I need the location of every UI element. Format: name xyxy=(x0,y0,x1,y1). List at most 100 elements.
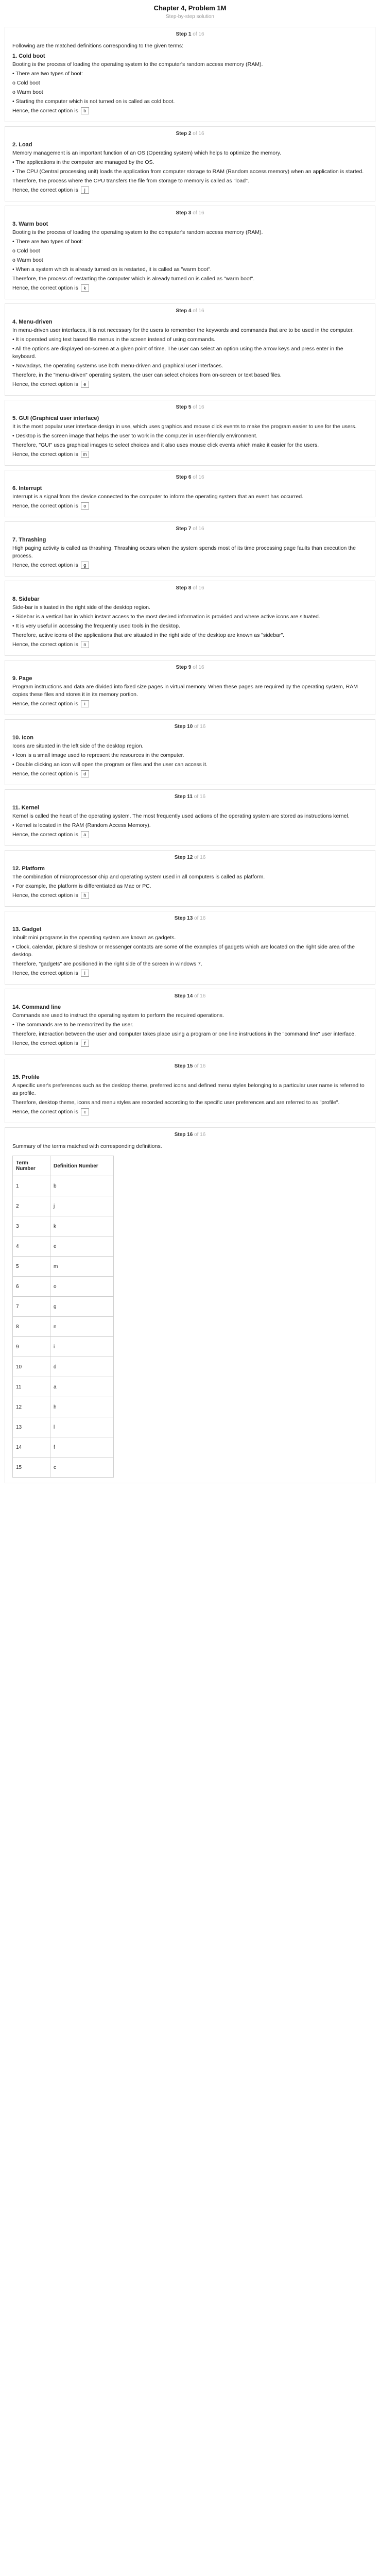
term-number-cell: 4 xyxy=(12,1236,50,1257)
answer-text: Hence, the correct option is xyxy=(12,187,78,193)
explanation-text: o Cold boot xyxy=(12,248,40,254)
step-label: Step 11 xyxy=(174,794,193,800)
table-row: 5m xyxy=(12,1256,114,1277)
answer-line: Hence, the correct option is l xyxy=(12,970,368,977)
term-number-cell: 1 xyxy=(12,1176,50,1196)
solution-step: Step 3 of 16 3. Warm boot Booting is the p… xyxy=(5,206,375,299)
solution-step: Step 4 of 16 4. Menu-driven In menu-driven… xyxy=(5,303,375,396)
table-row: 14 f xyxy=(12,1437,114,1458)
term-number-cell: 2 xyxy=(12,1196,50,1216)
explanation-text: Therefore, the process where the CPU tra… xyxy=(12,178,249,184)
answer-option-box: a xyxy=(80,831,89,839)
column-header-term: Term Number xyxy=(12,1156,50,1176)
answer-line: Hence, the correct option is d xyxy=(12,770,368,778)
definition-cell: i xyxy=(50,1336,114,1357)
explanation-text: High paging activity is called as thrash… xyxy=(12,545,356,559)
answer-option-box: h xyxy=(80,892,89,900)
step-count: of 16 xyxy=(193,526,204,532)
explanation-text: Kernel is called the heart of the operat… xyxy=(12,813,350,819)
step-header: Step 1 of 16 xyxy=(12,31,368,37)
definition-cell: a xyxy=(50,1377,114,1397)
explanation-text: • The CPU (Central processing unit) load… xyxy=(12,168,364,175)
term-heading: 13. Gadget xyxy=(12,926,42,933)
table-row: 8n xyxy=(12,1316,114,1337)
term-heading: 4. Menu-driven xyxy=(12,319,53,325)
term-number-cell: 9 xyxy=(12,1336,50,1357)
answer-option-box: j xyxy=(80,187,89,194)
step-header: Step 9 of 16 xyxy=(12,665,368,670)
explanation-text: o Warm boot xyxy=(12,89,43,95)
step-label: Step 2 xyxy=(176,131,192,137)
step-label: Step 14 xyxy=(174,993,193,999)
step-count: of 16 xyxy=(193,474,204,480)
answer-option-box: d xyxy=(80,770,89,778)
term-number-cell: 11 xyxy=(12,1377,50,1397)
explanation-text: Interrupt is a signal from the device co… xyxy=(12,494,303,500)
step-header: Step 14 of 16 xyxy=(12,993,368,999)
explanation-text: Commands are used to instruct the operat… xyxy=(12,1012,224,1019)
answer-line: Hence, the correct option is h xyxy=(12,892,368,900)
table-row: 13 l xyxy=(12,1417,114,1437)
answer-option-box: o xyxy=(80,502,89,510)
explanation-text: Therefore, desktop theme, icons and menu… xyxy=(12,1099,340,1106)
solution-step: Step 9 of 16 9. Page Program instructions … xyxy=(5,660,375,715)
answer-line: Hence, the correct option is f xyxy=(12,1040,368,1047)
explanation-text: It is the most popular user interface de… xyxy=(12,423,357,430)
step-label: Step 10 xyxy=(174,724,193,730)
term-heading: 15. Profile xyxy=(12,1074,40,1080)
step-header: Step 16 of 16 xyxy=(12,1132,368,1138)
explanation-text: • There are two types of boot: xyxy=(12,239,83,245)
term-number-cell: 14 xyxy=(12,1437,50,1458)
explanation-text: • When a system which is already turned … xyxy=(12,266,212,273)
answer-text: Hence, the correct option is xyxy=(12,451,78,457)
answer-line: Hence, the correct option is b xyxy=(12,107,368,115)
step-label: Step 8 xyxy=(176,585,192,591)
step-count: of 16 xyxy=(193,131,204,137)
explanation-text: • Sidebar is a vertical bar in which ins… xyxy=(12,614,320,620)
solution-step: Step 12 of 16 12. Platform The combination… xyxy=(5,850,375,907)
step-label: Step 4 xyxy=(176,308,192,314)
answer-line: Hence, the correct option is o xyxy=(12,502,368,510)
step-header: Step 6 of 16 xyxy=(12,474,368,480)
answer-line: Hence, the correct option is i xyxy=(12,700,368,708)
term-number-cell: 7 xyxy=(12,1296,50,1317)
step-label: Step 16 xyxy=(174,1132,193,1138)
step-header: Step 15 of 16 xyxy=(12,1063,368,1069)
step-header: Step 4 of 16 xyxy=(12,308,368,314)
table-row: 3k xyxy=(12,1216,114,1236)
explanation-text: Side-bar is situated in the right side o… xyxy=(12,604,150,611)
term-number-cell: 10 xyxy=(12,1357,50,1377)
term-heading: 9. Page xyxy=(12,675,32,682)
term-number-cell: 13 xyxy=(12,1417,50,1437)
explanation-text: • The applications in the computer are m… xyxy=(12,159,154,165)
step-label: Step 5 xyxy=(176,404,192,410)
term-number-cell: 3 xyxy=(12,1216,50,1236)
answer-text: Hence, the correct option is xyxy=(12,381,78,387)
solution-step: Step 1 of 16 Following are the matched de… xyxy=(5,27,375,122)
answer-option-box: n xyxy=(80,641,89,649)
answer-option-box: f xyxy=(80,1040,89,1047)
table-row: 1b xyxy=(12,1176,114,1196)
definition-cell: d xyxy=(50,1357,114,1377)
steps-container: Step 1 of 16 Following are the matched de… xyxy=(5,27,375,1123)
explanation-text: o Warm boot xyxy=(12,257,43,263)
step-header: Step 8 of 16 xyxy=(12,585,368,591)
definition-cell: b xyxy=(50,1176,114,1196)
explanation-text: • Clock, calendar, picture slideshow or … xyxy=(12,944,355,958)
answer-option-box: k xyxy=(80,284,89,292)
term-heading: 14. Command line xyxy=(12,1004,61,1010)
step-count: of 16 xyxy=(193,404,204,410)
step-header: Step 10 of 16 xyxy=(12,724,368,730)
explanation-text: • The commands are to be memorized by th… xyxy=(12,1022,134,1028)
step-header: Step 3 of 16 xyxy=(12,210,368,216)
explanation-text: o Cold boot xyxy=(12,80,40,86)
answer-text: Hence, the correct option is xyxy=(12,641,78,648)
term-number-cell: 5 xyxy=(12,1256,50,1277)
term-heading: 1. Cold boot xyxy=(12,53,45,59)
answer-line: Hence, the correct option is m xyxy=(12,451,368,459)
definition-cell: j xyxy=(50,1196,114,1216)
answer-line: Hence, the correct option is n xyxy=(12,641,368,649)
answer-text: Hence, the correct option is xyxy=(12,892,78,899)
step-label: Step 7 xyxy=(176,526,192,532)
explanation-text: • There are two types of boot: xyxy=(12,71,83,77)
